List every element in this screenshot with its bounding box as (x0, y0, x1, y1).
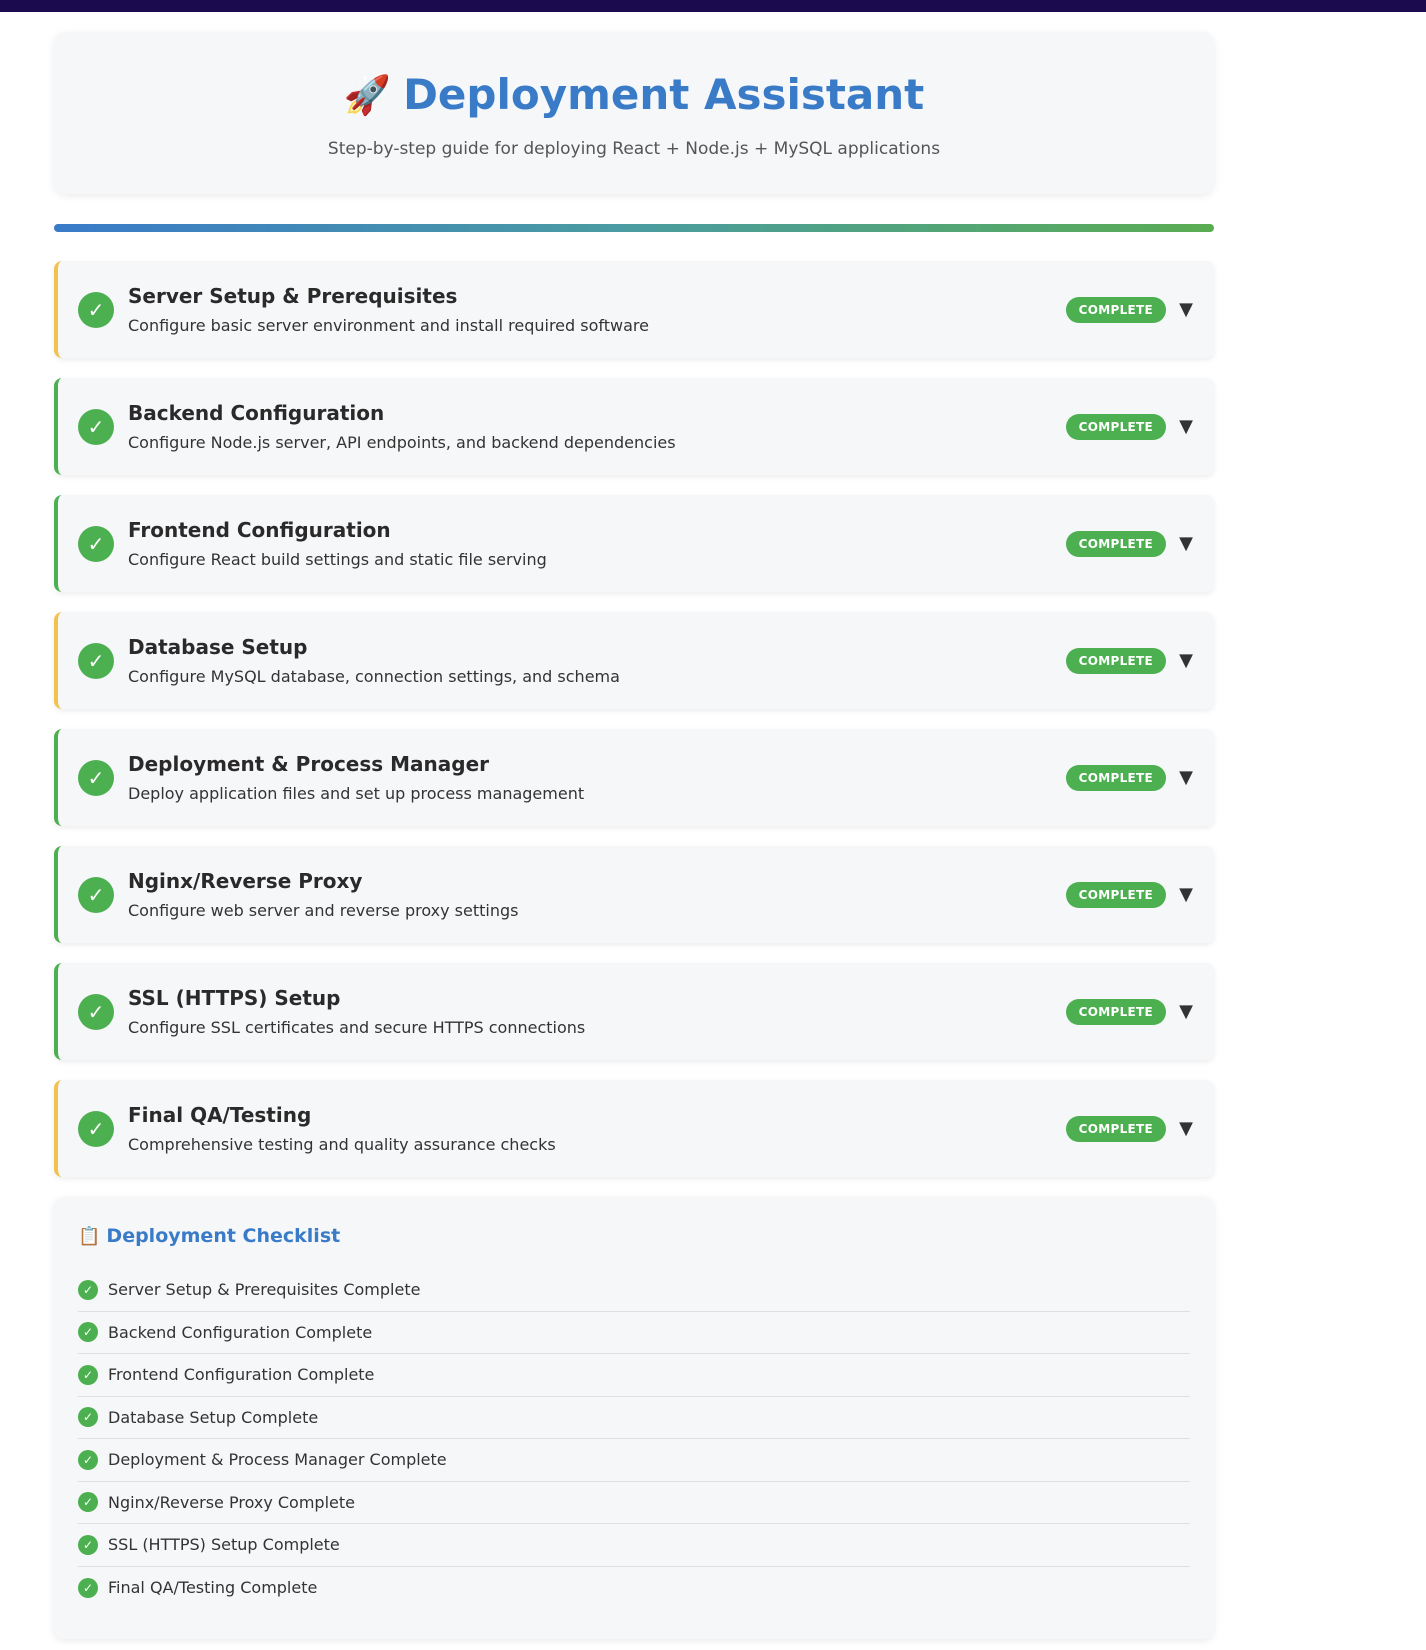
step-title: Backend Configuration (128, 401, 385, 425)
step-title: Nginx/Reverse Proxy (128, 869, 363, 893)
check-circle-icon: ✓ (78, 1577, 98, 1598)
check-circle-icon: ✓ (78, 1449, 98, 1470)
checklist-item: ✓ Deployment & Process Manager Complete (78, 1439, 1190, 1482)
chevron-down-icon[interactable]: ▼ (1178, 299, 1194, 320)
chevron-down-icon[interactable]: ▼ (1178, 884, 1194, 905)
step-title: Server Setup & Prerequisites (128, 284, 458, 308)
check-circle-icon: ✓ (78, 1279, 98, 1300)
checklist-card: 📋 Deployment Checklist ✓ Server Setup & … (54, 1197, 1214, 1639)
check-circle-icon: ✓ (78, 1110, 114, 1147)
step-description: Configure basic server environment and i… (128, 316, 649, 335)
chevron-down-icon[interactable]: ▼ (1178, 533, 1194, 554)
checklist-item-label: Deployment & Process Manager Complete (108, 1450, 447, 1470)
check-circle-icon: ✓ (78, 291, 114, 328)
page-container: 🚀 Deployment Assistant Step-by-step guid… (54, 32, 1214, 1639)
step-description: Configure MySQL database, connection set… (128, 667, 620, 686)
step-text: Frontend Configuration Configure React b… (128, 518, 1066, 569)
progress-bar (54, 224, 1214, 232)
clipboard-icon: 📋 (78, 1225, 101, 1247)
chevron-down-icon[interactable]: ▼ (1178, 1118, 1194, 1139)
step-description: Deploy application files and set up proc… (128, 784, 585, 803)
page-title-text: Deployment Assistant (403, 70, 925, 119)
rocket-icon: 🚀 (343, 72, 392, 117)
step-card[interactable]: ✓ Database Setup Configure MySQL databas… (54, 612, 1214, 709)
check-circle-icon: ✓ (78, 1364, 98, 1385)
step-title: SSL (HTTPS) Setup (128, 986, 341, 1010)
checklist-item: ✓ Final QA/Testing Complete (78, 1567, 1190, 1610)
checklist-item-label: Backend Configuration Complete (108, 1322, 373, 1342)
status-badge: COMPLETE (1065, 764, 1166, 791)
check-circle-icon: ✓ (78, 525, 114, 562)
checklist-item: ✓ Nginx/Reverse Proxy Complete (78, 1482, 1190, 1524)
step-text: Backend Configuration Configure Node.js … (128, 401, 1066, 452)
checklist-title: 📋 Deployment Checklist (78, 1225, 1190, 1247)
check-circle-icon: ✓ (78, 759, 114, 796)
step-title: Deployment & Process Manager (128, 752, 490, 776)
check-circle-icon: ✓ (78, 408, 114, 445)
status-badge: COMPLETE (1065, 530, 1166, 557)
chevron-down-icon[interactable]: ▼ (1178, 650, 1194, 671)
checklist-item-label: Nginx/Reverse Proxy Complete (108, 1492, 355, 1512)
step-card[interactable]: ✓ Server Setup & Prerequisites Configure… (54, 261, 1214, 358)
step-description: Comprehensive testing and quality assura… (128, 1135, 556, 1154)
checklist-title-text: Deployment Checklist (106, 1225, 341, 1247)
checklist-item-label: Final QA/Testing Complete (108, 1578, 318, 1598)
status-badge: COMPLETE (1065, 647, 1166, 674)
step-card[interactable]: ✓ Final QA/Testing Comprehensive testing… (54, 1080, 1214, 1177)
step-description: Configure web server and reverse proxy s… (128, 901, 519, 920)
step-text: Nginx/Reverse Proxy Configure web server… (128, 869, 1066, 920)
step-text: Final QA/Testing Comprehensive testing a… (128, 1103, 1066, 1154)
checklist-item: ✓ Frontend Configuration Complete (78, 1354, 1190, 1397)
step-card[interactable]: ✓ SSL (HTTPS) Setup Configure SSL certif… (54, 963, 1214, 1060)
check-circle-icon: ✓ (78, 1492, 98, 1513)
step-card[interactable]: ✓ Deployment & Process Manager Deploy ap… (54, 729, 1214, 826)
check-circle-icon: ✓ (78, 1407, 98, 1428)
step-card[interactable]: ✓ Nginx/Reverse Proxy Configure web serv… (54, 846, 1214, 943)
status-badge: COMPLETE (1065, 881, 1166, 908)
checklist-item-label: Server Setup & Prerequisites Complete (108, 1280, 421, 1300)
chevron-down-icon[interactable]: ▼ (1178, 1001, 1194, 1022)
check-circle-icon: ✓ (78, 876, 114, 913)
step-title: Frontend Configuration (128, 518, 391, 542)
status-badge: COMPLETE (1065, 296, 1166, 323)
step-description: Configure Node.js server, API endpoints,… (128, 433, 676, 452)
status-badge: COMPLETE (1065, 1115, 1166, 1142)
check-circle-icon: ✓ (78, 993, 114, 1030)
chevron-down-icon[interactable]: ▼ (1178, 767, 1194, 788)
step-title: Database Setup (128, 635, 308, 659)
step-text: Deployment & Process Manager Deploy appl… (128, 752, 1066, 803)
step-text: Server Setup & Prerequisites Configure b… (128, 284, 1066, 335)
step-card[interactable]: ✓ Frontend Configuration Configure React… (54, 495, 1214, 592)
checklist-item-label: Database Setup Complete (108, 1407, 319, 1427)
status-badge: COMPLETE (1065, 413, 1166, 440)
checklist-item: ✓ SSL (HTTPS) Setup Complete (78, 1524, 1190, 1567)
checklist-item: ✓ Backend Configuration Complete (78, 1312, 1190, 1354)
page-subtitle: Step-by-step guide for deploying React +… (327, 139, 941, 159)
step-description: Configure SSL certificates and secure HT… (128, 1018, 586, 1037)
step-text: SSL (HTTPS) Setup Configure SSL certific… (128, 986, 1066, 1037)
check-circle-icon: ✓ (78, 1534, 98, 1555)
chevron-down-icon[interactable]: ▼ (1178, 416, 1194, 437)
step-card[interactable]: ✓ Backend Configuration Configure Node.j… (54, 378, 1214, 475)
checklist-items: ✓ Server Setup & Prerequisites Complete … (78, 1269, 1190, 1609)
step-description: Configure React build settings and stati… (128, 550, 547, 569)
checklist-item-label: SSL (HTTPS) Setup Complete (108, 1535, 340, 1555)
step-list: ✓ Server Setup & Prerequisites Configure… (54, 261, 1214, 1177)
checklist-item: ✓ Database Setup Complete (78, 1397, 1190, 1439)
page-title: 🚀 Deployment Assistant (54, 70, 1214, 119)
check-circle-icon: ✓ (78, 642, 114, 679)
checklist-item: ✓ Server Setup & Prerequisites Complete (78, 1269, 1190, 1312)
top-bar (0, 0, 1426, 12)
header-card: 🚀 Deployment Assistant Step-by-step guid… (54, 32, 1214, 194)
step-text: Database Setup Configure MySQL database,… (128, 635, 1066, 686)
check-circle-icon: ✓ (78, 1322, 98, 1343)
step-title: Final QA/Testing (128, 1103, 312, 1127)
checklist-item-label: Frontend Configuration Complete (108, 1365, 375, 1385)
status-badge: COMPLETE (1065, 998, 1166, 1025)
